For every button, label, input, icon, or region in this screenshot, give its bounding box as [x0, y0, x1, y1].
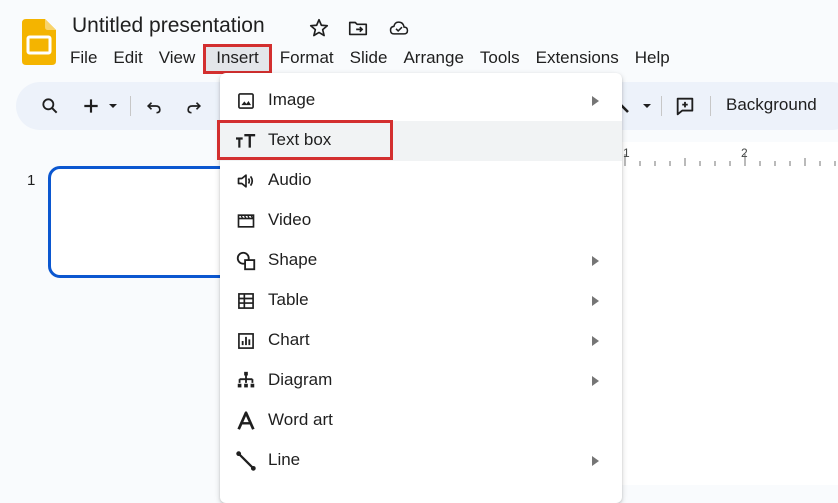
menu-item-shape[interactable]: Shape: [220, 241, 622, 281]
menu-item-word-art[interactable]: Word art: [220, 401, 622, 441]
cloud-saved-icon[interactable]: [388, 17, 410, 39]
background-button[interactable]: Background: [726, 95, 817, 115]
slides-app-window: Untitled presentation File Edit View Ins…: [0, 0, 838, 503]
menu-tools[interactable]: Tools: [472, 46, 528, 72]
redo-icon[interactable]: [182, 94, 206, 118]
menu-item-table[interactable]: Table: [220, 281, 622, 321]
text-box-icon: [234, 129, 258, 153]
table-icon: [234, 289, 258, 313]
menu-item-label: Audio: [268, 170, 312, 189]
move-folder-icon[interactable]: [347, 17, 369, 39]
toolbar-divider: [661, 96, 662, 116]
chart-icon: [234, 329, 258, 353]
ruler-label: 1: [623, 146, 630, 160]
search-menus-icon[interactable]: [38, 94, 62, 118]
menu-view[interactable]: View: [151, 46, 204, 72]
horizontal-ruler[interactable]: 1 2: [620, 142, 838, 189]
shape-icon: [234, 249, 258, 273]
menubar: File Edit View Insert Format Slide Arran…: [62, 44, 678, 74]
menu-item-video[interactable]: Video: [220, 201, 622, 241]
menu-format[interactable]: Format: [272, 46, 342, 72]
menu-item-label: Table: [268, 290, 309, 309]
line-icon: [234, 449, 258, 473]
insert-comment-icon[interactable]: [673, 94, 697, 118]
image-icon: [234, 89, 258, 113]
audio-icon: [234, 169, 258, 193]
menu-item-label: Diagram: [268, 370, 333, 389]
slides-logo-icon[interactable]: [22, 19, 56, 65]
menu-file[interactable]: File: [62, 46, 105, 72]
diagram-icon: [234, 369, 258, 393]
star-icon[interactable]: [308, 17, 330, 39]
line-tool-chevron-down-icon[interactable]: [640, 94, 654, 118]
menu-arrange[interactable]: Arrange: [395, 46, 471, 72]
submenu-arrow-icon: [592, 96, 599, 106]
submenu-arrow-icon: [592, 336, 599, 346]
menu-item-label: Word art: [268, 410, 333, 429]
toolbar-divider: [710, 96, 711, 116]
undo-icon[interactable]: [142, 94, 166, 118]
ruler-label: 2: [741, 146, 748, 160]
ruler-ticks: [624, 154, 836, 166]
new-slide-chevron-down-icon[interactable]: [106, 94, 120, 118]
toolbar-divider: [130, 96, 131, 116]
menu-item-label: Video: [268, 210, 312, 229]
slide-canvas[interactable]: [620, 188, 838, 485]
insert-menu-dropdown: Image Text box Audio Video Shape Table C…: [217, 73, 622, 503]
menu-item-audio[interactable]: Audio: [220, 161, 622, 201]
menu-extensions[interactable]: Extensions: [528, 46, 627, 72]
submenu-arrow-icon: [592, 376, 599, 386]
submenu-arrow-icon: [592, 456, 599, 466]
video-icon: [234, 209, 258, 233]
menu-insert[interactable]: Insert: [203, 44, 272, 74]
menu-help[interactable]: Help: [627, 46, 678, 72]
menu-slide[interactable]: Slide: [342, 46, 396, 72]
new-slide-plus-icon[interactable]: [79, 94, 103, 118]
menu-item-chart[interactable]: Chart: [220, 321, 622, 361]
menu-item-label: Chart: [268, 330, 310, 349]
menu-item-label: Text box: [268, 130, 332, 149]
slide-number: 1: [27, 172, 36, 189]
menu-item-diagram[interactable]: Diagram: [220, 361, 622, 401]
document-title[interactable]: Untitled presentation: [72, 14, 265, 38]
menu-item-label: Shape: [268, 250, 318, 269]
menu-item-label: Image: [268, 90, 316, 109]
submenu-arrow-icon: [592, 296, 599, 306]
submenu-arrow-icon: [592, 256, 599, 266]
menu-item-line[interactable]: Line: [220, 441, 622, 481]
slide-thumbnail[interactable]: [48, 166, 248, 278]
menu-item-label: Line: [268, 450, 301, 469]
menu-item-image[interactable]: Image: [220, 81, 622, 121]
menu-edit[interactable]: Edit: [105, 46, 150, 72]
menu-item-text-box[interactable]: Text box: [217, 120, 622, 161]
word-art-icon: [234, 409, 258, 433]
